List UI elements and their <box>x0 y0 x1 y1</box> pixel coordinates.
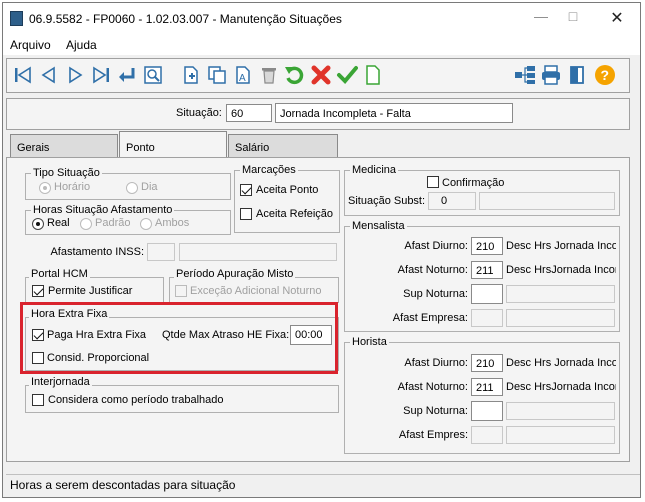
horista-afast-noturno-code[interactable]: 211 <box>471 378 503 396</box>
tab-gerais[interactable]: Gerais <box>10 134 118 158</box>
horista-title: Horista <box>350 336 389 348</box>
excecao-adicional-noturno-checkbox[interactable] <box>175 285 187 297</box>
periodo-apuracao-title: Período Apuração Misto <box>174 268 296 280</box>
mensalista-afast-diurno-code[interactable]: 210 <box>471 237 503 255</box>
svg-text:A: A <box>239 73 246 84</box>
excecao-adicional-noturno-label: Exceção Adicional Noturno <box>190 285 322 297</box>
considera-periodo-checkbox[interactable] <box>32 394 44 406</box>
horista-afast-diurno-code[interactable]: 210 <box>471 354 503 372</box>
permite-justificar-label: Permite Justificar <box>48 285 133 297</box>
mensalista-afast-empresa-desc <box>506 309 615 327</box>
first-record-icon[interactable] <box>11 63 35 87</box>
undo-icon[interactable] <box>283 63 307 87</box>
confirmacao-checkbox[interactable] <box>427 176 439 188</box>
real-label: Real <box>47 217 70 229</box>
aceita-refeicao-checkbox[interactable] <box>240 208 252 220</box>
horista-sup-noturna-code[interactable] <box>471 401 503 421</box>
padrao-radio[interactable] <box>80 218 92 230</box>
horista-afast-empres-desc <box>506 426 615 444</box>
aceita-refeicao-label: Aceita Refeição <box>256 208 334 220</box>
app-icon <box>10 11 23 26</box>
horas-afastamento-title: Horas Situação Afastamento <box>31 204 175 216</box>
print-icon[interactable] <box>539 63 563 87</box>
mensalista-afast-diurno-label: Afast Diurno: <box>404 240 468 252</box>
mensalista-title: Mensalista <box>350 220 407 232</box>
mensalista-afast-diurno-desc: Desc Hrs Jornada Inco <box>506 240 616 252</box>
delete-icon[interactable] <box>257 63 281 87</box>
mensalista-afast-empresa-code <box>471 309 503 327</box>
considera-periodo-label: Considera como período trabalhado <box>48 394 224 406</box>
afastamento-inss-desc-field <box>179 243 337 261</box>
situacao-code-field[interactable]: 60 <box>226 104 272 122</box>
situacao-subst-desc-field <box>479 192 615 210</box>
exit-icon[interactable] <box>565 63 589 87</box>
close-button[interactable]: ✕ <box>597 8 637 28</box>
mensalista-afast-empresa-label: Afast Empresa: <box>392 312 468 324</box>
horista-afast-diurno-desc: Desc Hrs Jornada Inco <box>506 357 616 369</box>
aceita-ponto-checkbox[interactable] <box>240 184 252 196</box>
return-icon[interactable] <box>115 63 139 87</box>
status-bar: Horas a serem descontadas para situação <box>6 474 640 495</box>
mensalista-afast-noturno-code[interactable]: 211 <box>471 261 503 279</box>
mensalista-sup-noturna-code[interactable] <box>471 284 503 304</box>
help-icon[interactable]: ? <box>593 63 617 87</box>
tipo-situacao-title: Tipo Situação <box>31 167 102 179</box>
tab-ponto[interactable]: Ponto <box>119 131 227 158</box>
search-icon[interactable] <box>141 63 165 87</box>
cancel-icon[interactable] <box>309 63 333 87</box>
toolbar: A ? <box>6 58 630 93</box>
mensalista-sup-noturna-desc <box>506 285 615 303</box>
confirmacao-label: Confirmação <box>442 177 505 189</box>
dia-label: Dia <box>141 181 158 193</box>
afastamento-inss-label: Afastamento INSS: <box>50 246 144 258</box>
window-title: 06.9.5582 - FP0060 - 1.02.03.007 - Manut… <box>29 12 342 26</box>
horista-afast-empres-label: Afast Empres: <box>398 429 468 441</box>
new-record-icon[interactable] <box>179 63 203 87</box>
title-bar: 06.9.5582 - FP0060 - 1.02.03.007 - Manut… <box>3 3 640 33</box>
red-highlight-box <box>20 302 338 374</box>
marcacoes-group <box>234 170 340 233</box>
prev-record-icon[interactable] <box>37 63 61 87</box>
copy-icon[interactable] <box>205 63 229 87</box>
horista-sup-noturna-label: Sup Noturna: <box>403 405 468 417</box>
portal-hcm-title: Portal HCM <box>29 268 90 280</box>
horario-label: Horário <box>54 181 91 193</box>
mensalista-sup-noturna-label: Sup Noturna: <box>403 288 468 300</box>
last-record-icon[interactable] <box>89 63 113 87</box>
real-radio[interactable] <box>32 218 44 230</box>
horista-afast-noturno-label: Afast Noturno: <box>397 381 468 393</box>
tab-salario[interactable]: Salário <box>228 134 338 158</box>
horista-afast-diurno-label: Afast Diurno: <box>404 357 468 369</box>
mensalista-afast-noturno-label: Afast Noturno: <box>397 264 468 276</box>
edit-icon[interactable]: A <box>231 63 255 87</box>
dia-radio[interactable] <box>126 182 138 194</box>
horista-sup-noturna-desc <box>506 402 615 420</box>
medicina-title: Medicina <box>350 164 399 176</box>
ambos-radio[interactable] <box>140 218 152 230</box>
aceita-ponto-label: Aceita Ponto <box>256 184 319 196</box>
svg-text:?: ? <box>601 67 610 83</box>
afastamento-inss-code-field <box>147 243 175 261</box>
situacao-label: Situação: <box>176 107 222 119</box>
permite-justificar-checkbox[interactable] <box>32 285 44 297</box>
situacao-subst-field: 0 <box>428 192 476 210</box>
horario-radio[interactable] <box>39 182 51 194</box>
marcacoes-title: Marcações <box>240 164 298 176</box>
menu-arquivo[interactable]: Arquivo <box>10 38 51 52</box>
next-record-icon[interactable] <box>63 63 87 87</box>
situacao-subst-label: Situação Subst: <box>348 195 426 207</box>
ambos-label: Ambos <box>155 217 190 229</box>
padrao-label: Padrão <box>95 217 131 229</box>
clear-icon[interactable] <box>361 63 385 87</box>
situacao-desc-field[interactable]: Jornada Incompleta - Falta <box>275 103 513 123</box>
horista-afast-noturno-desc: Desc HrsJornada Incon <box>506 381 616 393</box>
horista-afast-empres-code <box>471 426 503 444</box>
menu-bar: Arquivo Ajuda <box>3 33 640 55</box>
confirm-icon[interactable] <box>335 63 359 87</box>
maximize-button[interactable]: □ <box>553 8 593 28</box>
tree-icon[interactable] <box>513 63 537 87</box>
interjornada-title: Interjornada <box>29 376 92 388</box>
mensalista-afast-noturno-desc: Desc HrsJornada Incon <box>506 264 616 276</box>
menu-ajuda[interactable]: Ajuda <box>66 38 97 52</box>
